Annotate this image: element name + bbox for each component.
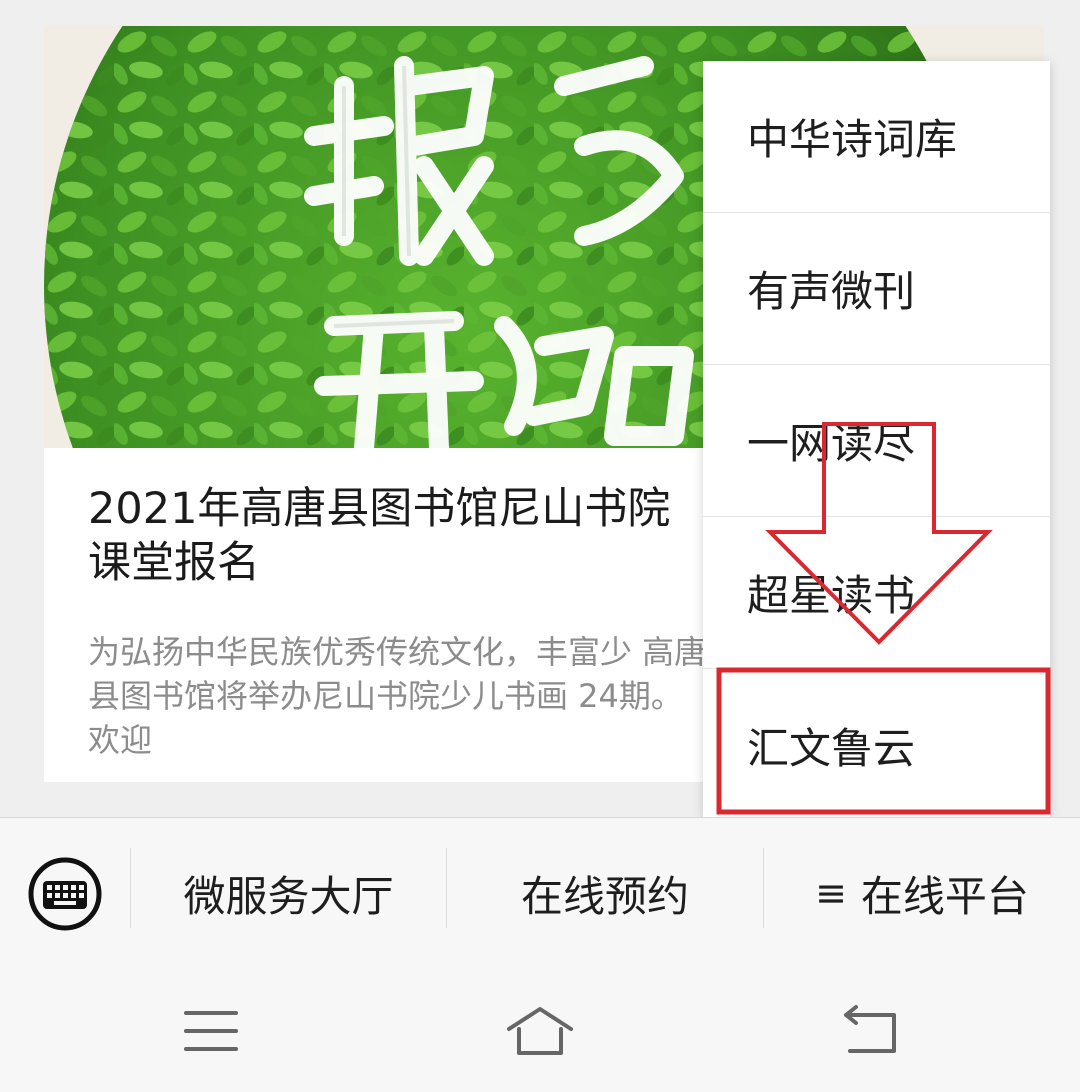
- online-platform-button[interactable]: ≡ 在线平台: [764, 858, 1080, 928]
- micro-service-hall-label: 微服务大厅: [183, 871, 394, 921]
- back-button[interactable]: [836, 1003, 906, 1059]
- article-title: 2021年高唐县图书馆尼山书院课堂报名: [88, 484, 671, 588]
- back-icon: [844, 1005, 896, 1053]
- official-account-menu-bar: 微服务大厅 在线预约 ≡ 在线平台: [0, 817, 1080, 967]
- online-booking-button[interactable]: 在线预约: [447, 858, 763, 928]
- keyboard-toggle-button[interactable]: [28, 857, 102, 931]
- online-platform-label: 在线平台: [860, 871, 1029, 921]
- home-icon: [507, 1007, 573, 1055]
- recent-apps-button[interactable]: [176, 1003, 246, 1059]
- menu-item-chaoxing-reading[interactable]: 超星读书: [703, 517, 1050, 669]
- system-navigation-bar: [0, 967, 1080, 1092]
- online-booking-label: 在线预约: [520, 871, 689, 921]
- menu-item-audio-magazine[interactable]: 有声微刊: [703, 213, 1050, 365]
- keyboard-icon: [28, 857, 102, 931]
- home-button[interactable]: [505, 1003, 575, 1059]
- online-platform-popup-menu: 中华诗词库 有声微刊 一网读尽 超星读书 汇文鲁云: [703, 61, 1050, 818]
- wechat-article-page: 2021年高唐县图书馆尼山书院课堂报名 为弘扬中华民族优秀传统文化，丰富少 高唐…: [0, 0, 1080, 1092]
- hamburger-icon: ≡: [815, 871, 847, 915]
- micro-service-hall-button[interactable]: 微服务大厅: [131, 858, 446, 928]
- menu-icon: [184, 1011, 238, 1051]
- menu-item-read-all[interactable]: 一网读尽: [703, 365, 1050, 517]
- article-digest: 为弘扬中华民族优秀传统文化，丰富少 高唐县图书馆将举办尼山书院少儿书画 24期。…: [88, 633, 707, 759]
- menu-item-huiwen-luyun[interactable]: 汇文鲁云: [703, 669, 1050, 821]
- menu-item-poetry-library[interactable]: 中华诗词库: [703, 61, 1050, 213]
